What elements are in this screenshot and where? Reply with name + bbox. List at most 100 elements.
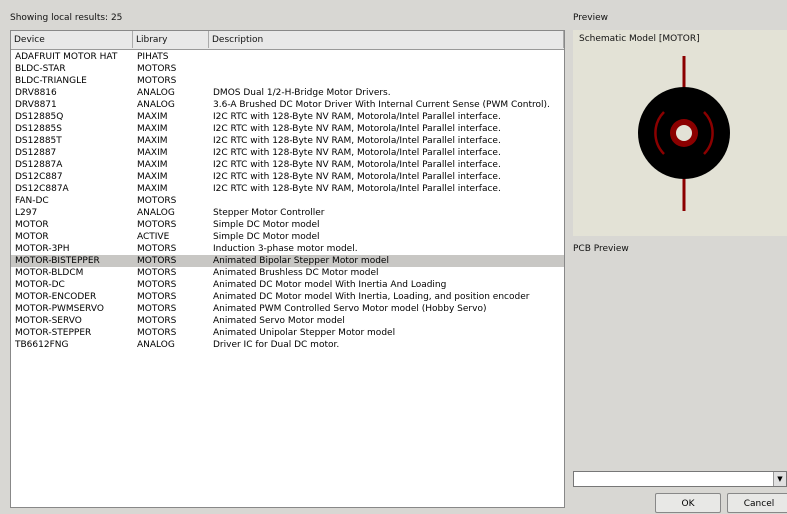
library-cell: MAXIM: [137, 136, 168, 146]
device-cell: MOTOR: [15, 220, 49, 230]
device-cell: DS12C887: [15, 172, 63, 182]
table-row[interactable]: DS12885S MAXIM I2C RTC with 128-Byte NV RA…: [11, 123, 564, 135]
library-cell: MOTORS: [137, 76, 177, 86]
description-cell: I2C RTC with 128-Byte NV RAM, Motorola/I…: [213, 136, 501, 146]
device-cell: DRV8871: [15, 100, 57, 110]
table-row[interactable]: MOTOR-DC MOTORS Animated DC Motor model Wi…: [11, 279, 564, 291]
description-cell: Induction 3-phase motor model.: [213, 244, 358, 254]
table-row[interactable]: L297 ANALOG Stepper Motor Controller: [11, 207, 564, 219]
table-row[interactable]: DS12885T MAXIM I2C RTC with 128-Byte NV RA…: [11, 135, 564, 147]
library-cell: ANALOG: [137, 340, 175, 350]
device-cell: MOTOR-PWMSERVO: [15, 304, 104, 314]
library-cell: ANALOG: [137, 208, 175, 218]
description-cell: Animated Bipolar Stepper Motor model: [213, 256, 389, 266]
library-cell: MOTORS: [137, 244, 177, 254]
ok-button[interactable]: OK: [655, 493, 721, 513]
list-rows: ADAFRUIT MOTOR HAT PIHATS BLDC-STAR MOTORS B…: [11, 51, 564, 351]
device-cell: MOTOR: [15, 232, 49, 242]
library-cell: MOTORS: [137, 256, 177, 266]
table-row[interactable]: MOTOR-SERVO MOTORS Animated Servo Motor mo…: [11, 315, 564, 327]
column-header-description[interactable]: Description: [209, 31, 564, 48]
table-row[interactable]: FAN-DC MOTORS: [11, 195, 564, 207]
description-cell: Animated Servo Motor model: [213, 316, 345, 326]
library-cell: MOTORS: [137, 64, 177, 74]
library-cell: MOTORS: [137, 196, 177, 206]
library-cell: MAXIM: [137, 184, 168, 194]
table-row[interactable]: ADAFRUIT MOTOR HAT PIHATS: [11, 51, 564, 63]
device-cell: MOTOR-ENCODER: [15, 292, 97, 302]
description-cell: 3.6-A Brushed DC Motor Driver With Inter…: [213, 100, 550, 110]
table-row[interactable]: DS12C887 MAXIM I2C RTC with 128-Byte NV RA…: [11, 171, 564, 183]
description-cell: I2C RTC with 128-Byte NV RAM, Motorola/I…: [213, 124, 501, 134]
table-row[interactable]: MOTOR-STEPPER MOTORS Animated Unipolar Ste…: [11, 327, 564, 339]
table-row[interactable]: MOTOR-3PH MOTORS Induction 3-phase motor m…: [11, 243, 564, 255]
description-cell: Animated PWM Controlled Servo Motor mode…: [213, 304, 487, 314]
column-header-library[interactable]: Library: [133, 31, 209, 48]
device-cell: BLDC-STAR: [15, 64, 66, 74]
description-cell: I2C RTC with 128-Byte NV RAM, Motorola/I…: [213, 172, 501, 182]
motor-symbol: [638, 56, 730, 211]
description-cell: Driver IC for Dual DC motor.: [213, 340, 340, 350]
table-row[interactable]: MOTOR MOTORS Simple DC Motor model: [11, 219, 564, 231]
description-cell: Simple DC Motor model: [213, 232, 320, 242]
device-cell: MOTOR-SERVO: [15, 316, 82, 326]
table-row[interactable]: DS12887 MAXIM I2C RTC with 128-Byte NV RAM…: [11, 147, 564, 159]
list-header: Device Library Description: [11, 31, 564, 50]
table-row[interactable]: DRV8871 ANALOG 3.6-A Brushed DC Motor Driv…: [11, 99, 564, 111]
device-cell: MOTOR-BISTEPPER: [15, 256, 100, 266]
device-cell: L297: [15, 208, 38, 218]
description-cell: Stepper Motor Controller: [213, 208, 325, 218]
library-cell: MAXIM: [137, 160, 168, 170]
device-cell: DS12885S: [15, 124, 62, 134]
device-cell: DS12C887A: [15, 184, 69, 194]
device-cell: DS12887A: [15, 160, 63, 170]
table-row[interactable]: DS12C887A MAXIM I2C RTC with 128-Byte NV R…: [11, 183, 564, 195]
table-row[interactable]: MOTOR-PWMSERVO MOTORS Animated PWM Control…: [11, 303, 564, 315]
description-cell: I2C RTC with 128-Byte NV RAM, Motorola/I…: [213, 160, 501, 170]
library-cell: MOTORS: [137, 292, 177, 302]
device-cell: MOTOR-DC: [15, 280, 65, 290]
device-cell: BLDC-TRIANGLE: [15, 76, 87, 86]
package-select[interactable]: ▼: [573, 471, 787, 487]
device-cell: FAN-DC: [15, 196, 49, 206]
table-row[interactable]: MOTOR ACTIVE Simple DC Motor model: [11, 231, 564, 243]
library-cell: PIHATS: [137, 52, 169, 62]
table-row[interactable]: TB6612FNG ANALOG Driver IC for Dual DC mot…: [11, 339, 564, 351]
table-row[interactable]: BLDC-TRIANGLE MOTORS: [11, 75, 564, 87]
library-cell: MAXIM: [137, 124, 168, 134]
library-cell: ANALOG: [137, 100, 175, 110]
library-cell: MOTORS: [137, 304, 177, 314]
library-cell: MOTORS: [137, 280, 177, 290]
device-cell: DS12887: [15, 148, 57, 158]
description-cell: I2C RTC with 128-Byte NV RAM, Motorola/I…: [213, 184, 501, 194]
table-row[interactable]: DS12885Q MAXIM I2C RTC with 128-Byte NV RA…: [11, 111, 564, 123]
device-cell: DS12885Q: [15, 112, 64, 122]
description-cell: Animated DC Motor model With Inertia And…: [213, 280, 447, 290]
library-cell: MOTORS: [137, 268, 177, 278]
library-cell: MOTORS: [137, 316, 177, 326]
library-cell: MAXIM: [137, 148, 168, 158]
column-header-device[interactable]: Device: [11, 31, 133, 48]
library-cell: MAXIM: [137, 172, 168, 182]
library-cell: MOTORS: [137, 328, 177, 338]
schematic-preview: Schematic Model [MOTOR]: [573, 30, 787, 236]
description-cell: Simple DC Motor model: [213, 220, 320, 230]
table-row[interactable]: BLDC-STAR MOTORS: [11, 63, 564, 75]
table-row[interactable]: DRV8816 ANALOG DMOS Dual 1/2-H-Bridge Moto…: [11, 87, 564, 99]
description-cell: Animated DC Motor model With Inertia, Lo…: [213, 292, 530, 302]
description-cell: I2C RTC with 128-Byte NV RAM, Motorola/I…: [213, 148, 501, 158]
preview-title: Preview: [573, 13, 609, 23]
table-row[interactable]: DS12887A MAXIM I2C RTC with 128-Byte NV RA…: [11, 159, 564, 171]
device-cell: TB6612FNG: [15, 340, 69, 350]
table-row[interactable]: MOTOR-BISTEPPER MOTORS Animated Bipolar St…: [11, 255, 564, 267]
motor-rotor-inner: [676, 125, 692, 141]
table-row[interactable]: MOTOR-BLDCM MOTORS Animated Brushless DC M…: [11, 267, 564, 279]
table-row[interactable]: MOTOR-ENCODER MOTORS Animated DC Motor mod…: [11, 291, 564, 303]
results-count: Showing local results: 25: [10, 13, 123, 23]
library-cell: ANALOG: [137, 88, 175, 98]
device-cell: MOTOR-3PH: [15, 244, 70, 254]
cancel-button[interactable]: Cancel: [727, 493, 787, 513]
chevron-down-icon[interactable]: ▼: [773, 472, 786, 486]
description-cell: DMOS Dual 1/2-H-Bridge Motor Drivers.: [213, 88, 391, 98]
device-list[interactable]: Device Library Description ADAFRUIT MOTO…: [10, 30, 565, 508]
